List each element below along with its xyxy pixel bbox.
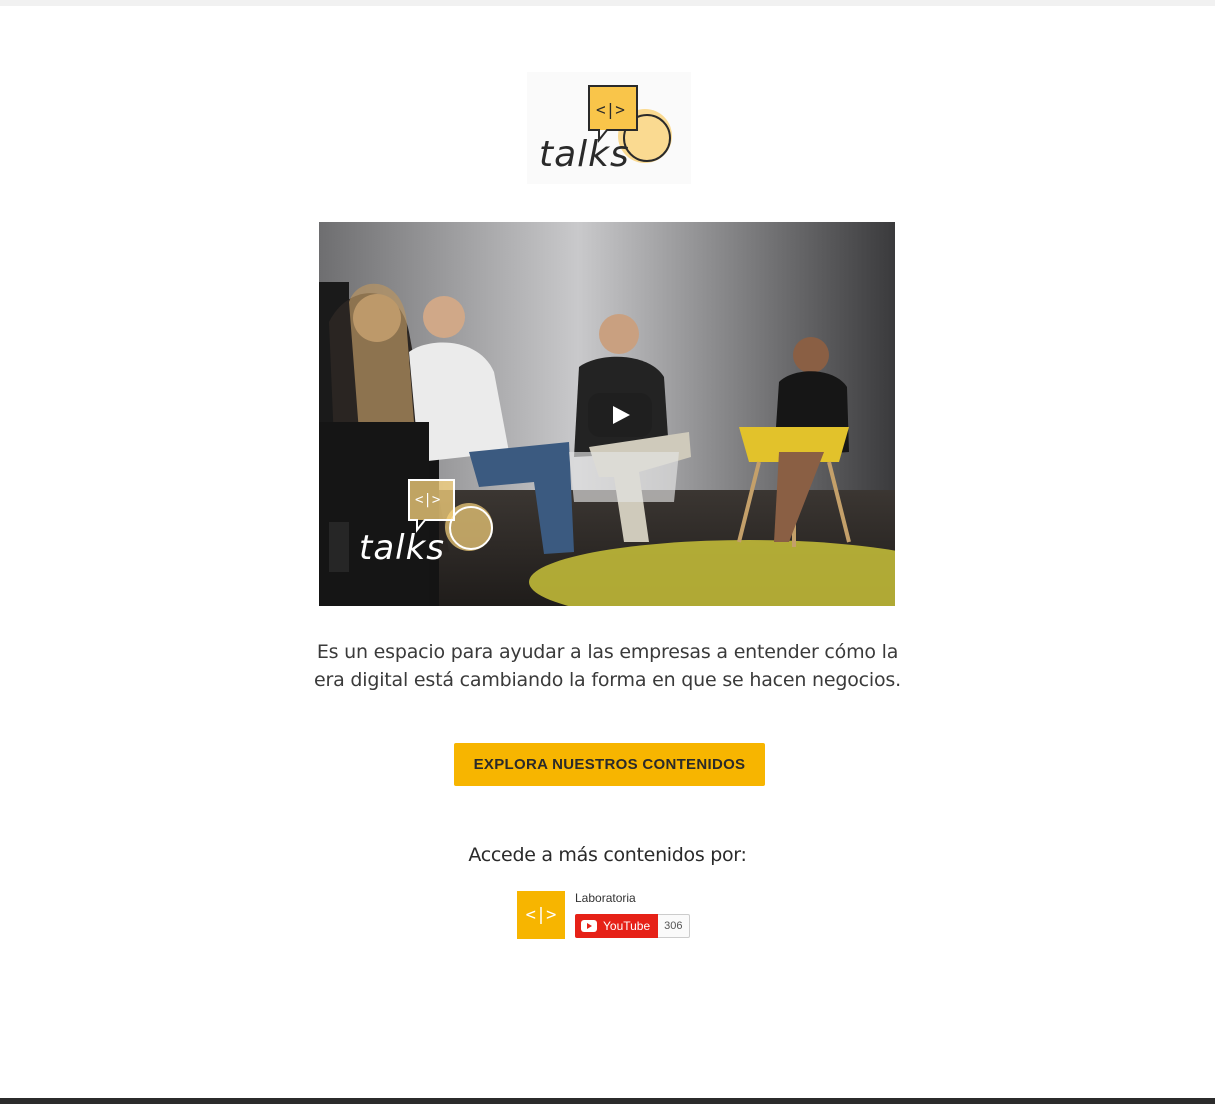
video-overlay-glyph: <|>: [415, 492, 441, 508]
youtube-subscribe-widget: YouTube 306: [575, 914, 690, 938]
subscriber-count: 306: [658, 914, 690, 938]
top-strip: [0, 0, 1215, 6]
channel-avatar[interactable]: <|>: [517, 891, 565, 939]
play-button[interactable]: [588, 393, 652, 437]
video-overlay-wordmark: talks: [359, 528, 446, 568]
access-more-heading: Accede a más contenidos por:: [468, 844, 747, 866]
youtube-subscribe-label: YouTube: [603, 919, 651, 933]
video-player[interactable]: <|> talks: [319, 222, 895, 606]
logo-glyph: <|>: [596, 100, 625, 119]
logo-wordmark: talks: [539, 134, 630, 175]
footer-strip: [0, 1098, 1215, 1104]
talks-logo: <|> talks: [527, 72, 691, 184]
channel-name[interactable]: Laboratoria: [575, 891, 636, 905]
youtube-subscribe-button[interactable]: YouTube: [575, 914, 659, 938]
explore-contents-button[interactable]: EXPLORA NUESTROS CONTENIDOS: [454, 743, 765, 786]
description-text: Es un espacio para ayudar a las empresas…: [314, 641, 901, 691]
youtube-logo-icon: [581, 920, 597, 932]
